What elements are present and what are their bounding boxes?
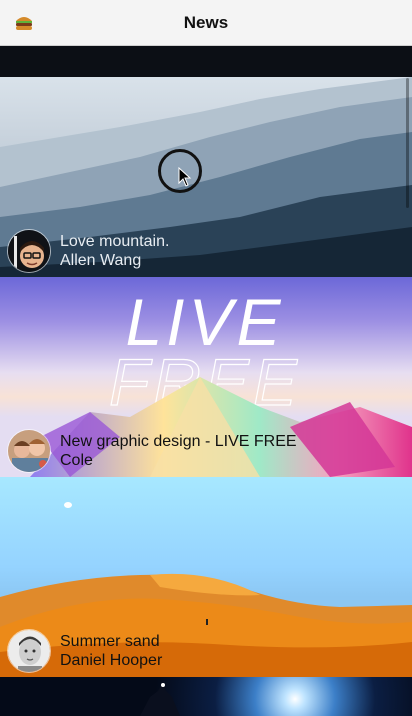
feed-card[interactable] — [0, 677, 412, 716]
post-author: Cole — [60, 452, 93, 469]
card-footer: Love mountain. Allen Wang — [0, 225, 412, 277]
burger-icon[interactable] — [14, 14, 34, 32]
navbar: News — [0, 0, 412, 46]
avatar[interactable] — [7, 229, 51, 273]
post-author: Daniel Hooper — [60, 652, 163, 669]
post-author: Allen Wang — [60, 252, 142, 269]
avatar[interactable] — [7, 429, 51, 473]
card-footer: Summer sand Daniel Hooper — [0, 625, 412, 677]
card-footer: New graphic design - LIVE FREE Cole — [0, 425, 412, 477]
post-title: Love mountain. — [60, 233, 170, 250]
post-title: Summer sand — [60, 633, 160, 650]
avatar[interactable] — [7, 629, 51, 673]
cursor-icon — [178, 167, 192, 187]
feed-card[interactable]: LIVE FREE New graphic design - LIVE FREE… — [0, 277, 412, 477]
post-title: New graphic design - LIVE FREE — [60, 433, 297, 450]
scrollbar[interactable] — [406, 78, 409, 208]
night-sky-silhouette-photo — [140, 683, 180, 716]
page-title: News — [183, 12, 229, 32]
feed-card[interactable]: Summer sand Daniel Hooper — [0, 477, 412, 677]
feed-top-spacer — [0, 46, 412, 77]
feed-card[interactable]: Love mountain. Allen Wang — [0, 77, 412, 277]
